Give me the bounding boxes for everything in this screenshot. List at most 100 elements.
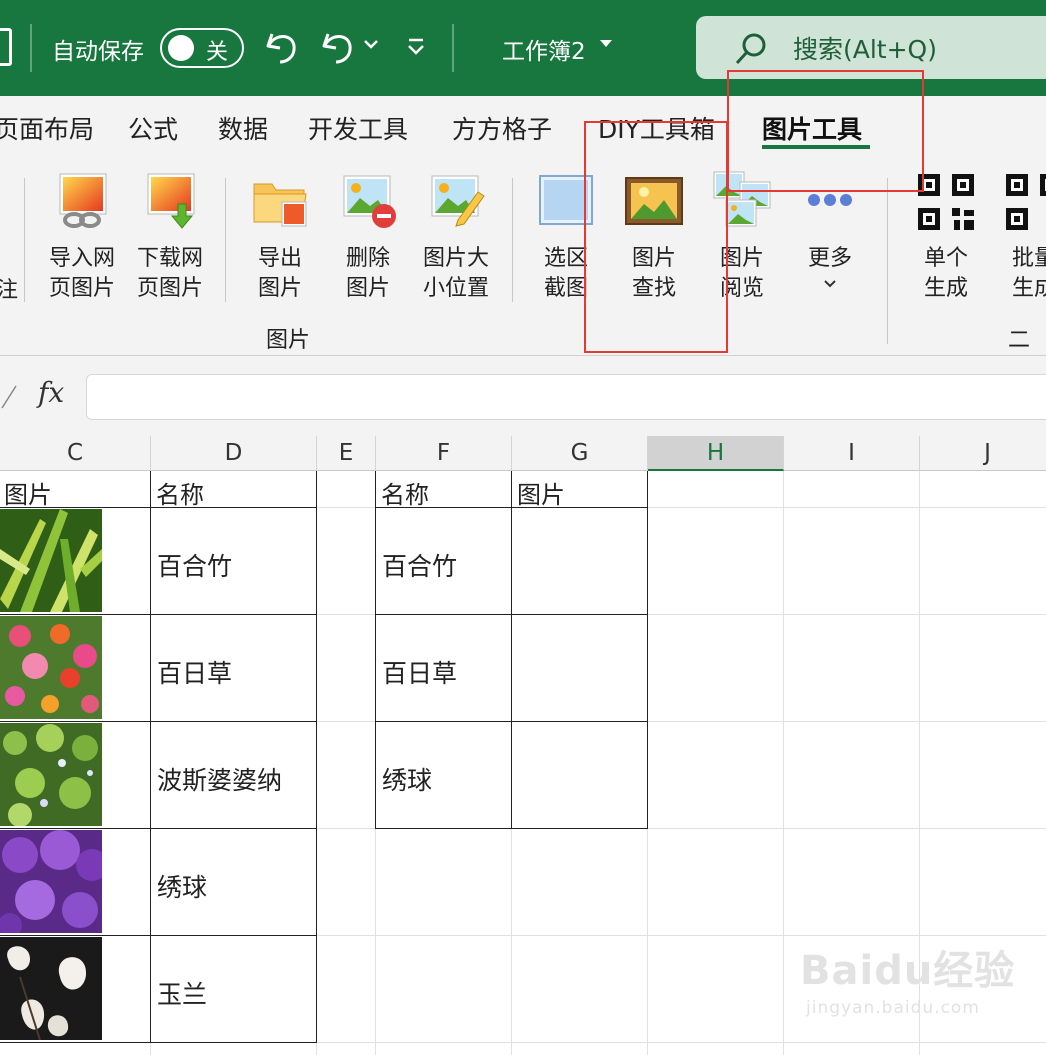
table-border (375, 828, 648, 829)
name-cell[interactable]: 绣球 (157, 868, 207, 904)
column-header-i[interactable]: I (784, 436, 920, 471)
autosave-state: 关 (206, 40, 229, 65)
ribbon-cut-label: 注 (0, 278, 19, 303)
selection-screenshot-button[interactable]: 选区 截图 (524, 170, 608, 304)
qr-single-icon (918, 174, 974, 230)
active-tab-indicator (762, 145, 870, 149)
table-border (375, 721, 648, 722)
app-icon-edge[interactable] (0, 28, 12, 66)
ribbon-separator (887, 178, 888, 344)
tab-diy-toolbox[interactable]: DIY工具箱 (598, 110, 715, 146)
titlebar-separator (452, 24, 454, 72)
qr-batch-icon (1006, 174, 1046, 230)
chevron-down-icon[interactable] (364, 40, 378, 50)
ribbon-separator (512, 178, 513, 302)
chevron-down-icon (824, 280, 836, 288)
search-placeholder: 搜索(Alt+Q) (793, 35, 937, 64)
button-label: 单个 生成 (923, 246, 968, 301)
table-border (647, 471, 648, 829)
search-box[interactable]: 搜索(Alt+Q) (696, 16, 1046, 79)
tab-fangfang[interactable]: 方方格子 (452, 110, 552, 146)
column-header-e[interactable]: E (317, 436, 376, 471)
name-cell[interactable]: 玉兰 (157, 975, 207, 1011)
photo-zinnia[interactable] (0, 616, 102, 719)
column-header-h[interactable]: H (648, 436, 784, 471)
column-header-f[interactable]: F (376, 436, 512, 471)
button-label: 更多 (807, 246, 852, 271)
export-image-button[interactable]: 导出 图片 (238, 170, 322, 304)
name-cell[interactable]: 波斯婆婆纳 (157, 761, 282, 797)
import-web-image-button[interactable]: 导入网 页图片 (40, 170, 124, 304)
formula-bar: fx (0, 356, 1046, 436)
document-title[interactable]: 工作簿2 (502, 32, 586, 66)
tab-developer[interactable]: 开发工具 (308, 110, 408, 146)
qr-batch-button[interactable]: 批量 生成 (992, 170, 1046, 304)
column-header-c[interactable]: C (0, 436, 151, 471)
button-label: 下载网 页图片 (136, 246, 203, 301)
ribbon-tabs: 页面布局 公式 数据 开发工具 方方格子 DIY工具箱 图片工具 (0, 96, 1046, 158)
formula-divider-icon (1, 385, 17, 409)
table-border (375, 614, 648, 615)
button-label: 选区 截图 (543, 246, 588, 301)
tab-image-tools[interactable]: 图片工具 (762, 110, 862, 146)
button-label: 图片 查找 (631, 246, 676, 301)
undo-icon[interactable] (264, 26, 300, 66)
caret-down-icon[interactable] (600, 40, 612, 47)
import-web-image-icon (59, 173, 107, 228)
more-button[interactable]: 更多 (788, 170, 872, 293)
ribbon-panel: 注 导入网 页图片 下载网 页图片 导出 图片 删除 图片 图片大 小位置 选区… (0, 158, 1046, 385)
button-label: 批量 生成 (1011, 246, 1046, 301)
name-cell[interactable]: 百日草 (382, 654, 457, 690)
table-border (0, 828, 317, 829)
name-cell[interactable]: 绣球 (382, 761, 432, 797)
name-cell[interactable]: 百合竹 (382, 547, 457, 583)
column-header-g[interactable]: G (512, 436, 648, 471)
ribbon-separator (225, 178, 226, 302)
delete-image-button[interactable]: 删除 图片 (326, 170, 410, 304)
photo-magnolia[interactable] (0, 937, 102, 1040)
selection-screenshot-icon (539, 175, 593, 225)
name-cell[interactable]: 百日草 (157, 654, 232, 690)
name-cell[interactable]: 百合竹 (157, 547, 232, 583)
header-name-cell[interactable]: 名称 (156, 475, 204, 510)
redo-icon[interactable] (320, 26, 356, 66)
table-border (0, 614, 317, 615)
image-browse-icon (713, 171, 771, 227)
download-web-image-icon (147, 173, 195, 229)
table-border (511, 471, 512, 829)
column-header-d[interactable]: D (151, 436, 317, 471)
button-label: 图片大 小位置 (422, 246, 489, 301)
image-size-position-button[interactable]: 图片大 小位置 (414, 170, 498, 304)
tab-data[interactable]: 数据 (218, 110, 268, 146)
image-browse-button[interactable]: 图片 阅览 (700, 170, 784, 304)
image-size-position-icon (431, 175, 485, 227)
button-label: 导入网 页图片 (48, 246, 115, 301)
button-label: 导出 图片 (257, 246, 302, 301)
header-image-cell[interactable]: 图片 (517, 475, 565, 510)
watermark-sub: jingyan.baidu.com (806, 998, 980, 1018)
more-icon (808, 194, 852, 206)
formula-input[interactable] (86, 374, 1046, 420)
photo-dracaena[interactable] (0, 509, 102, 612)
table-border (375, 471, 376, 829)
tab-page-layout[interactable]: 页面布局 (0, 110, 94, 146)
qr-single-button[interactable]: 单个 生成 (904, 170, 988, 304)
tab-formulas[interactable]: 公式 (128, 110, 178, 146)
image-search-button[interactable]: 图片 查找 (612, 170, 696, 304)
delete-image-icon (343, 175, 396, 228)
photo-hydrangea[interactable] (0, 830, 102, 933)
table-border (0, 721, 317, 722)
customize-toolbar-icon[interactable] (406, 38, 426, 56)
photo-veronica[interactable] (0, 723, 102, 826)
table-border (316, 471, 317, 1043)
autosave-label: 自动保存 (52, 39, 144, 65)
title-bar: 自动保存 关 工作簿2 搜索(Alt+Q) (0, 0, 1046, 96)
header-image-cell[interactable]: 图片 (4, 475, 52, 510)
column-header-j[interactable]: J (920, 436, 1046, 471)
button-label: 删除 图片 (345, 246, 390, 301)
fx-icon[interactable]: fx (38, 376, 64, 409)
header-name-cell[interactable]: 名称 (381, 475, 429, 510)
download-web-image-button[interactable]: 下载网 页图片 (128, 170, 212, 304)
button-label: 图片 阅览 (719, 246, 764, 301)
autosave-toggle[interactable]: 关 (160, 28, 244, 68)
